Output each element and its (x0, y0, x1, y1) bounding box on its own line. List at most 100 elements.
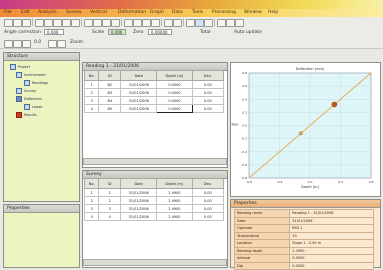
zoom-in-icon[interactable] (124, 19, 133, 27)
tree-item-readings[interactable]: Readings (24, 80, 48, 86)
survey-scrollbar[interactable] (83, 259, 227, 266)
property-row[interactable]: Interval 0.5000 (233, 254, 374, 263)
menu-survey[interactable]: Survey (66, 10, 82, 15)
grid-icon[interactable] (151, 19, 160, 27)
results-icon (16, 112, 22, 118)
col-no[interactable]: No. (83, 178, 100, 189)
structure-panel-header: Structure (4, 53, 79, 61)
menu-file[interactable]: File (4, 10, 12, 15)
table-row[interactable]: 3 B4 31/01/2006 0.0000 0.00 (83, 96, 225, 105)
preview-icon[interactable] (195, 19, 204, 27)
palette-icon[interactable] (226, 19, 235, 27)
property-row[interactable]: Reading name Reading 1 - 31/01/2006 (233, 209, 374, 218)
menu-edit[interactable]: Edit (21, 10, 30, 15)
menu-help[interactable]: Help (268, 10, 278, 15)
property-row[interactable]: Operator BSS 1 (233, 224, 374, 233)
x-tick-label: 0.0 (308, 180, 313, 184)
forward-icon[interactable] (13, 40, 22, 48)
col-date[interactable]: Date (120, 178, 158, 189)
left-properties-header: Properties (4, 205, 79, 213)
paste-icon[interactable] (53, 19, 62, 27)
menu-tools[interactable]: Tools (192, 10, 203, 15)
help-icon[interactable] (164, 19, 173, 27)
properties-table: Reading name Reading 1 - 31/01/2006 Date 3… (233, 209, 374, 270)
tree-item-lower[interactable]: Lower (24, 104, 43, 110)
chart-icon[interactable] (84, 19, 93, 27)
offset-field[interactable]: 0.00000 (148, 29, 172, 35)
undo-icon[interactable] (62, 19, 71, 27)
title-bar (0, 0, 383, 9)
table-row[interactable]: 4 4 31/01/2006 2.4900 0.00 (83, 212, 225, 221)
settings-icon[interactable] (111, 19, 120, 27)
table-row[interactable]: 1 1 31/01/2006 2.4900 0.00 (83, 188, 225, 197)
deflection-chart[interactable]: -0.8 -0.4 0.0 0.4 0.8 0.8 0.6 0.4 0.2 0.0 -0.2 -0.4… (231, 63, 380, 196)
menu-analysis[interactable]: Analysis (38, 10, 57, 15)
property-row[interactable]: Reading depth 2.4900 (233, 246, 374, 255)
property-row[interactable]: Date 31/01/2006 (233, 216, 374, 225)
y-tick-label: -0.4 (241, 150, 247, 154)
col-dev[interactable]: Dev. (191, 178, 225, 189)
print-icon[interactable] (186, 19, 195, 27)
auto-update-label[interactable]: Auto update (234, 30, 262, 35)
table-row[interactable]: 2 B3 31/01/2006 0.0000 0.00 (83, 88, 225, 97)
new-file-icon[interactable] (4, 19, 13, 27)
angle-correction-field[interactable]: 0.000 (44, 29, 64, 35)
save-icon[interactable] (22, 19, 31, 27)
tree-item-inclinometer[interactable]: Inclinometer (16, 72, 46, 78)
col-date[interactable]: Date (120, 70, 158, 81)
redo-icon[interactable] (71, 19, 80, 27)
zoom-label: Zoom (70, 40, 83, 45)
view-toolbar: 0.0 Zoom (0, 38, 383, 49)
menu-graph[interactable]: Graph (150, 10, 164, 15)
chart-panel: -0.8 -0.4 0.0 0.4 0.8 0.8 0.6 0.4 0.2 0.0 -0.2 -0.4… (230, 62, 381, 197)
table-row[interactable]: 1 B2 31/01/2006 0.0000 0.00 (83, 80, 225, 89)
table-row[interactable]: 3 3 31/01/2006 2.4900 0.00 (83, 204, 225, 213)
angle-correction-label: Angle correction (4, 30, 41, 35)
zoom-out-icon[interactable] (133, 19, 142, 27)
left-properties-panel: Properties (3, 204, 80, 268)
col-dev[interactable]: Dev. (191, 70, 225, 81)
property-row[interactable]: Temperature 20 (233, 231, 374, 240)
properties-header: Properties (231, 200, 380, 208)
scale-field[interactable]: 0.000 (108, 29, 126, 35)
fit-icon[interactable] (142, 19, 151, 27)
layer-icon[interactable] (217, 19, 226, 27)
col-id[interactable]: ID (98, 70, 122, 81)
table-row[interactable]: 2 2 31/01/2006 2.4900 0.00 (83, 196, 225, 205)
application-window: File Edit Analysis Survey Vertical Defor… (0, 0, 383, 270)
col-id[interactable]: ID (98, 178, 122, 189)
tree-item-survey[interactable]: Survey (16, 88, 36, 94)
col-no[interactable]: No. (83, 70, 100, 81)
col-depth[interactable]: Depth (m) (156, 178, 193, 189)
table-row[interactable]: 4 B5 31/01/2006 0.0000 0.00 (83, 104, 225, 113)
info-icon[interactable] (173, 19, 182, 27)
menu-vertical[interactable]: Vertical (90, 10, 107, 15)
refresh-icon[interactable] (22, 40, 31, 48)
tree-item-project[interactable]: Project (10, 64, 30, 70)
menu-bar: File Edit Analysis Survey Vertical Defor… (0, 9, 383, 17)
menu-data[interactable]: Data (172, 10, 183, 15)
property-row[interactable]: Dip 0.0000 (233, 261, 374, 270)
tree-item-results[interactable]: Results (16, 112, 37, 118)
data-point (331, 101, 338, 108)
y-tick-label: 0.2 (242, 110, 247, 114)
tools-icon[interactable] (235, 19, 244, 27)
menu-processing[interactable]: Processing (212, 10, 236, 15)
menu-deformation[interactable]: Deformation (118, 10, 146, 15)
cut-icon[interactable] (35, 19, 44, 27)
copy-icon[interactable] (44, 19, 53, 27)
property-row[interactable]: Location Slope 1 - 0.00 m (233, 239, 374, 248)
pan-icon[interactable] (48, 40, 57, 48)
open-file-icon[interactable] (13, 19, 22, 27)
chart-icon (16, 96, 22, 102)
table-icon[interactable] (93, 19, 102, 27)
select-icon[interactable] (57, 40, 66, 48)
report-icon[interactable] (102, 19, 111, 27)
readings-scrollbar[interactable] (83, 158, 227, 165)
tree-item-deflection[interactable]: Deflection (16, 96, 42, 102)
export-icon[interactable] (204, 19, 213, 27)
col-depth[interactable]: Depth (m) (156, 70, 193, 81)
back-icon[interactable] (4, 40, 13, 48)
menu-window[interactable]: Window (244, 10, 262, 15)
zero-label: Zero (133, 30, 144, 35)
